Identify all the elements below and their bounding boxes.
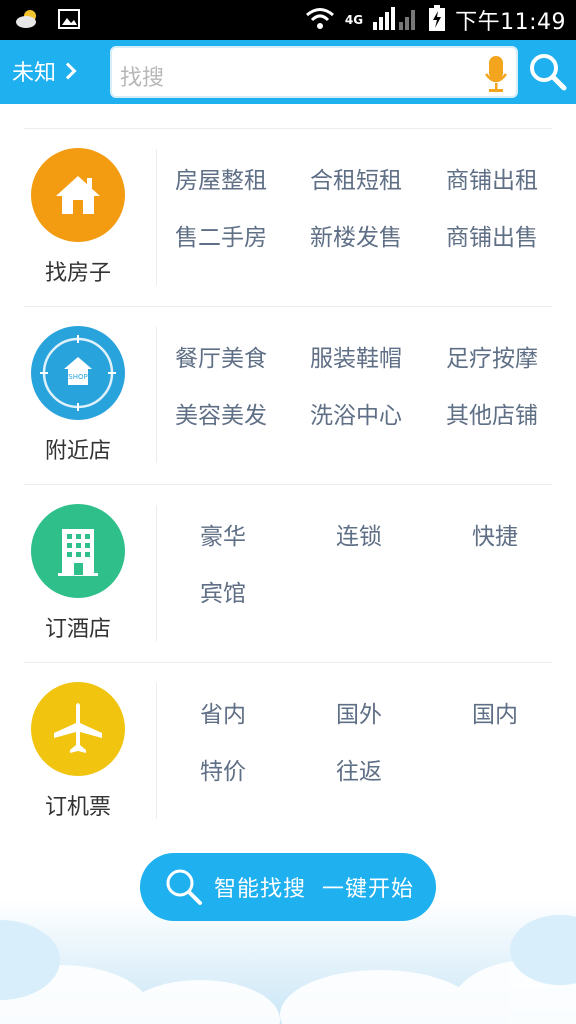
divider: [156, 505, 157, 641]
link-bath-center[interactable]: 洗浴中心: [310, 396, 402, 430]
link-clothing[interactable]: 服装鞋帽: [310, 339, 402, 373]
link-new-homes[interactable]: 新楼发售: [310, 218, 402, 252]
link-second-hand[interactable]: 售二手房: [175, 218, 267, 252]
wifi-icon: [305, 6, 335, 34]
search-placeholder: 找搜: [120, 66, 165, 91]
link-domestic[interactable]: 国内: [472, 695, 518, 729]
svg-text:SHOP: SHOP: [68, 373, 87, 381]
link-chain[interactable]: 连锁: [336, 517, 382, 551]
link-massage[interactable]: 足疗按摩: [446, 339, 538, 373]
link-express[interactable]: 快捷: [472, 517, 518, 551]
house-icon: [56, 176, 100, 214]
divider: [156, 327, 157, 463]
location-label: 未知: [12, 61, 57, 86]
location-selector[interactable]: 未知: [12, 54, 77, 88]
microphone-icon[interactable]: [484, 54, 508, 94]
link-round-trip[interactable]: 往返: [336, 752, 382, 786]
chevron-right-icon: [59, 62, 77, 80]
weather-cloud-icon: [14, 8, 40, 34]
link-other-shops[interactable]: 其他店铺: [446, 396, 538, 430]
building-icon: [58, 529, 98, 576]
airplane-icon: [54, 703, 102, 753]
link-guesthouse[interactable]: 宾馆: [200, 574, 246, 608]
flight-category-button[interactable]: [31, 682, 125, 776]
search-button[interactable]: [526, 50, 570, 94]
smart-search-button[interactable]: 智能找搜 一键开始: [140, 853, 436, 921]
category-nearby-shop: SHOP 附近店 餐厅美食 服装鞋帽 足疗按摩 美容美发 洗浴中心 其他店铺: [0, 307, 576, 485]
search-box[interactable]: 找搜: [110, 46, 518, 98]
link-international[interactable]: 国外: [336, 695, 382, 729]
category-flight: 订机票 省内 国外 国内 特价 往返: [0, 663, 576, 841]
link-domestic-province[interactable]: 省内: [200, 695, 246, 729]
link-beauty[interactable]: 美容美发: [175, 396, 267, 430]
status-bar: 4G 下午11:49: [0, 0, 576, 40]
divider: [156, 149, 157, 285]
search-icon: [530, 54, 567, 91]
house-category-button[interactable]: [31, 148, 125, 242]
category-label: 订酒店: [44, 617, 111, 642]
category-house: 找房子 房屋整租 合租短租 商铺出租 售二手房 新楼发售 商铺出售: [0, 129, 576, 307]
smart-search-label: 智能找搜 一键开始: [214, 877, 414, 902]
category-label: 附近店: [44, 439, 111, 464]
image-icon: [58, 8, 80, 34]
divider: [156, 683, 157, 819]
clock: 下午11:49: [455, 10, 566, 35]
link-shop-rent[interactable]: 商铺出租: [446, 161, 538, 195]
shop-target-icon: SHOP: [40, 335, 116, 411]
nearby-shop-category-button[interactable]: SHOP: [31, 326, 125, 420]
link-shop-sale[interactable]: 商铺出售: [446, 218, 538, 252]
category-label: 订机票: [44, 795, 111, 820]
link-restaurant[interactable]: 餐厅美食: [175, 339, 267, 373]
link-special-price[interactable]: 特价: [200, 752, 246, 786]
network-type: 4G: [344, 13, 364, 27]
app-header: 未知 找搜: [0, 40, 576, 104]
signal-icon: [373, 6, 419, 34]
search-icon: [166, 869, 202, 905]
hotel-category-button[interactable]: [31, 504, 125, 598]
link-luxury[interactable]: 豪华: [200, 517, 246, 551]
link-shared-rent[interactable]: 合租短租: [310, 161, 402, 195]
battery-charging-icon: [429, 5, 446, 35]
category-hotel: 订酒店 豪华 连锁 快捷 宾馆: [0, 485, 576, 663]
category-label: 找房子: [44, 261, 111, 286]
link-house-rent[interactable]: 房屋整租: [175, 161, 267, 195]
